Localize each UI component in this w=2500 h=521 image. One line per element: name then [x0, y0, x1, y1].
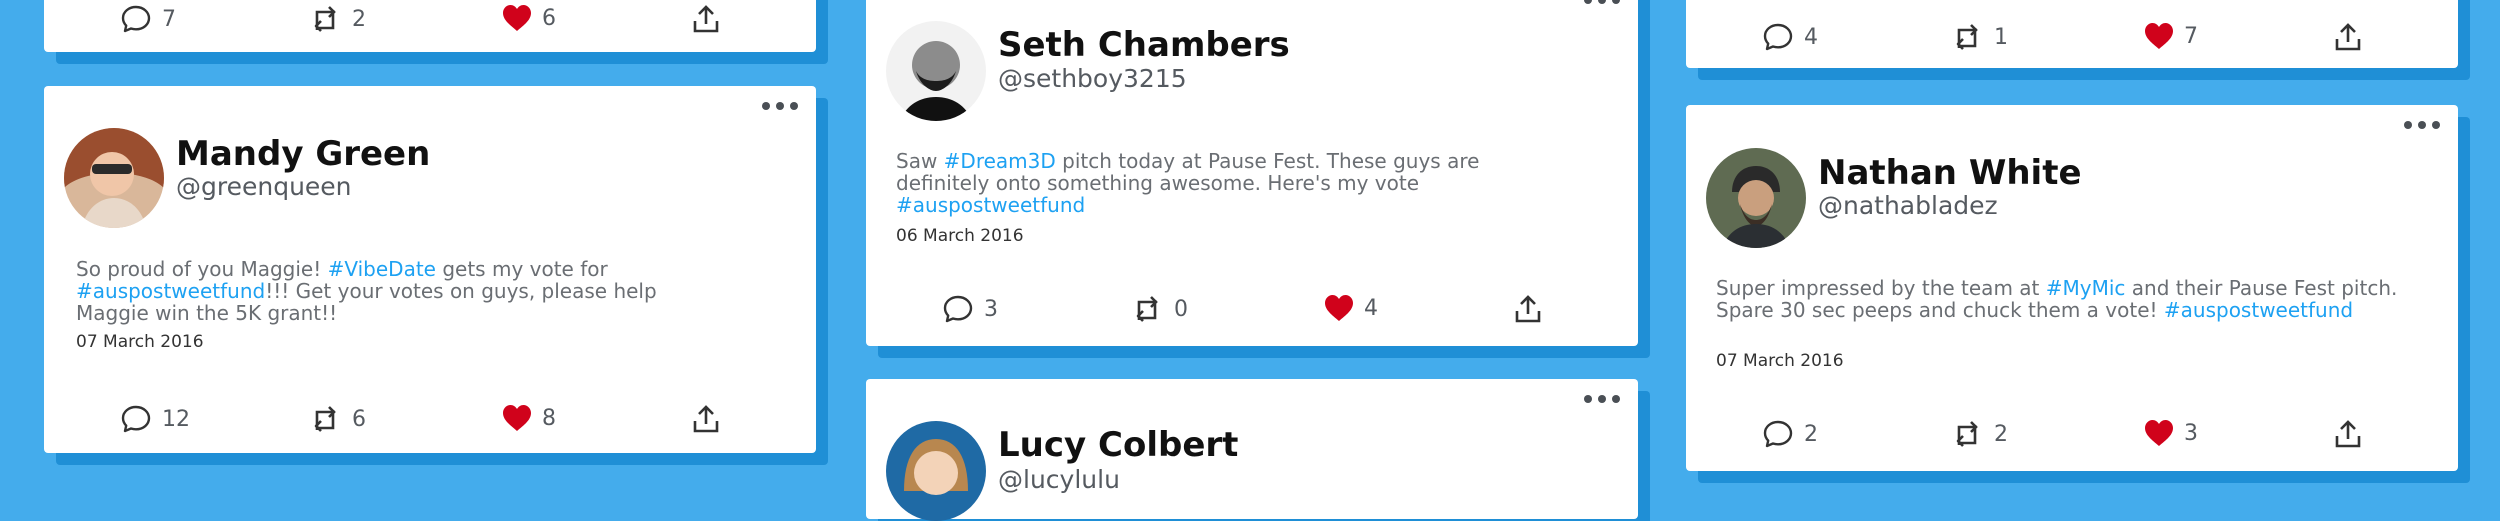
like-action[interactable]: 6: [502, 4, 556, 32]
share-action[interactable]: [692, 404, 720, 434]
share-icon: [693, 405, 719, 433]
more-options-button[interactable]: [1584, 395, 1620, 403]
share-icon: [2335, 420, 2361, 448]
share-action[interactable]: [2334, 22, 2362, 52]
comment-icon: [1763, 23, 1793, 51]
comment-action[interactable]: 4: [1762, 22, 1818, 52]
share-action[interactable]: [1514, 294, 1542, 324]
comment-icon: [121, 5, 151, 33]
retweet-count: 0: [1174, 296, 1188, 322]
heart-icon: [503, 5, 531, 31]
avatar: [1706, 148, 1806, 248]
avatar: [64, 128, 164, 228]
more-options-button[interactable]: [762, 102, 798, 110]
retweet-count: 6: [352, 406, 366, 432]
like-count: 3: [2184, 420, 2198, 446]
tweet-date: 06 March 2016: [896, 226, 1024, 246]
more-options-icon: [1584, 395, 1592, 403]
like-action[interactable]: 7: [2144, 22, 2198, 50]
user-handle: @sethboy3215: [998, 64, 1187, 93]
share-icon: [693, 5, 719, 33]
like-count: 7: [2184, 23, 2198, 49]
more-options-icon: [762, 102, 770, 110]
retweet-count: 1: [1994, 24, 2008, 50]
tweet-date: 07 March 2016: [1716, 351, 1844, 371]
more-options-icon: [1584, 0, 1592, 4]
comment-action[interactable]: 12: [120, 404, 190, 434]
comment-action[interactable]: 7: [120, 4, 176, 34]
user-handle: @lucylulu: [998, 465, 1120, 494]
user-name: Nathan White: [1818, 153, 2082, 193]
hashtag-link[interactable]: #auspostweetfund: [2164, 298, 2353, 322]
hashtag-link[interactable]: #auspostweetfund: [76, 279, 265, 303]
avatar: [886, 421, 986, 521]
retweet-count: 2: [352, 6, 366, 32]
heart-icon: [2145, 23, 2173, 49]
tweet-card: 4 1 7: [1686, 0, 2458, 68]
comment-icon: [943, 295, 973, 323]
avatar: [886, 21, 986, 121]
retweet-icon: [314, 406, 336, 432]
user-name: Seth Chambers: [998, 25, 1290, 65]
tweet-text: Saw #Dream3D pitch today at Pause Fest. …: [896, 149, 1480, 217]
retweet-action[interactable]: 6: [308, 404, 366, 434]
hashtag-link[interactable]: #VibeDate: [328, 257, 436, 281]
retweet-action[interactable]: 1: [1950, 22, 2008, 52]
retweet-icon: [1136, 296, 1158, 322]
tweet-card: 7 2 6: [44, 0, 816, 52]
like-action[interactable]: 4: [1324, 294, 1378, 322]
comment-action[interactable]: 3: [942, 294, 998, 324]
share-action[interactable]: [692, 4, 720, 34]
retweet-count: 2: [1994, 421, 2008, 447]
share-icon: [2335, 23, 2361, 51]
hashtag-link[interactable]: #Dream3D: [944, 149, 1056, 173]
share-icon: [1515, 295, 1541, 323]
retweet-icon: [1956, 421, 1978, 447]
like-count: 8: [542, 405, 556, 431]
tweet-card: Lucy Colbert @lucylulu: [866, 379, 1638, 521]
heart-icon: [503, 405, 531, 431]
hashtag-link[interactable]: #auspostweetfund: [896, 193, 1085, 217]
retweet-action[interactable]: 2: [308, 4, 366, 34]
comment-count: 2: [1804, 421, 1818, 447]
like-action[interactable]: 3: [2144, 419, 2198, 447]
user-name: Lucy Colbert: [998, 425, 1239, 465]
tweet-text: So proud of you Maggie! #VibeDate gets m…: [76, 257, 657, 325]
user-handle: @greenqueen: [176, 172, 352, 201]
comment-icon: [121, 405, 151, 433]
comment-count: 4: [1804, 24, 1818, 50]
hashtag-link[interactable]: #MyMic: [2046, 276, 2126, 300]
comment-action[interactable]: 2: [1762, 419, 1818, 449]
tweet-card: Mandy Green @greenqueen So proud of you …: [44, 86, 816, 453]
tweet-text: Super impressed by the team at #MyMic an…: [1716, 276, 2398, 322]
retweet-action[interactable]: 2: [1950, 419, 2008, 449]
share-action[interactable]: [2334, 419, 2362, 449]
comment-count: 3: [984, 296, 998, 322]
heart-icon: [2145, 420, 2173, 446]
retweet-icon: [1956, 24, 1978, 50]
heart-icon: [1325, 295, 1353, 321]
tweet-card: Nathan White @nathabladez Super impresse…: [1686, 105, 2458, 471]
like-action[interactable]: 8: [502, 404, 556, 432]
comment-count: 7: [162, 6, 176, 32]
user-name: Mandy Green: [176, 134, 431, 174]
like-count: 6: [542, 5, 556, 31]
more-options-button[interactable]: [1584, 0, 1620, 4]
retweet-action[interactable]: 0: [1130, 294, 1188, 324]
user-handle: @nathabladez: [1818, 191, 1998, 220]
like-count: 4: [1364, 295, 1378, 321]
tweet-card: Seth Chambers @sethboy3215 Saw #Dream3D …: [866, 0, 1638, 346]
more-options-button[interactable]: [2404, 121, 2440, 129]
more-options-icon: [2404, 121, 2412, 129]
tweet-date: 07 March 2016: [76, 332, 204, 352]
comment-icon: [1763, 420, 1793, 448]
retweet-icon: [314, 6, 336, 32]
comment-count: 12: [162, 406, 190, 432]
